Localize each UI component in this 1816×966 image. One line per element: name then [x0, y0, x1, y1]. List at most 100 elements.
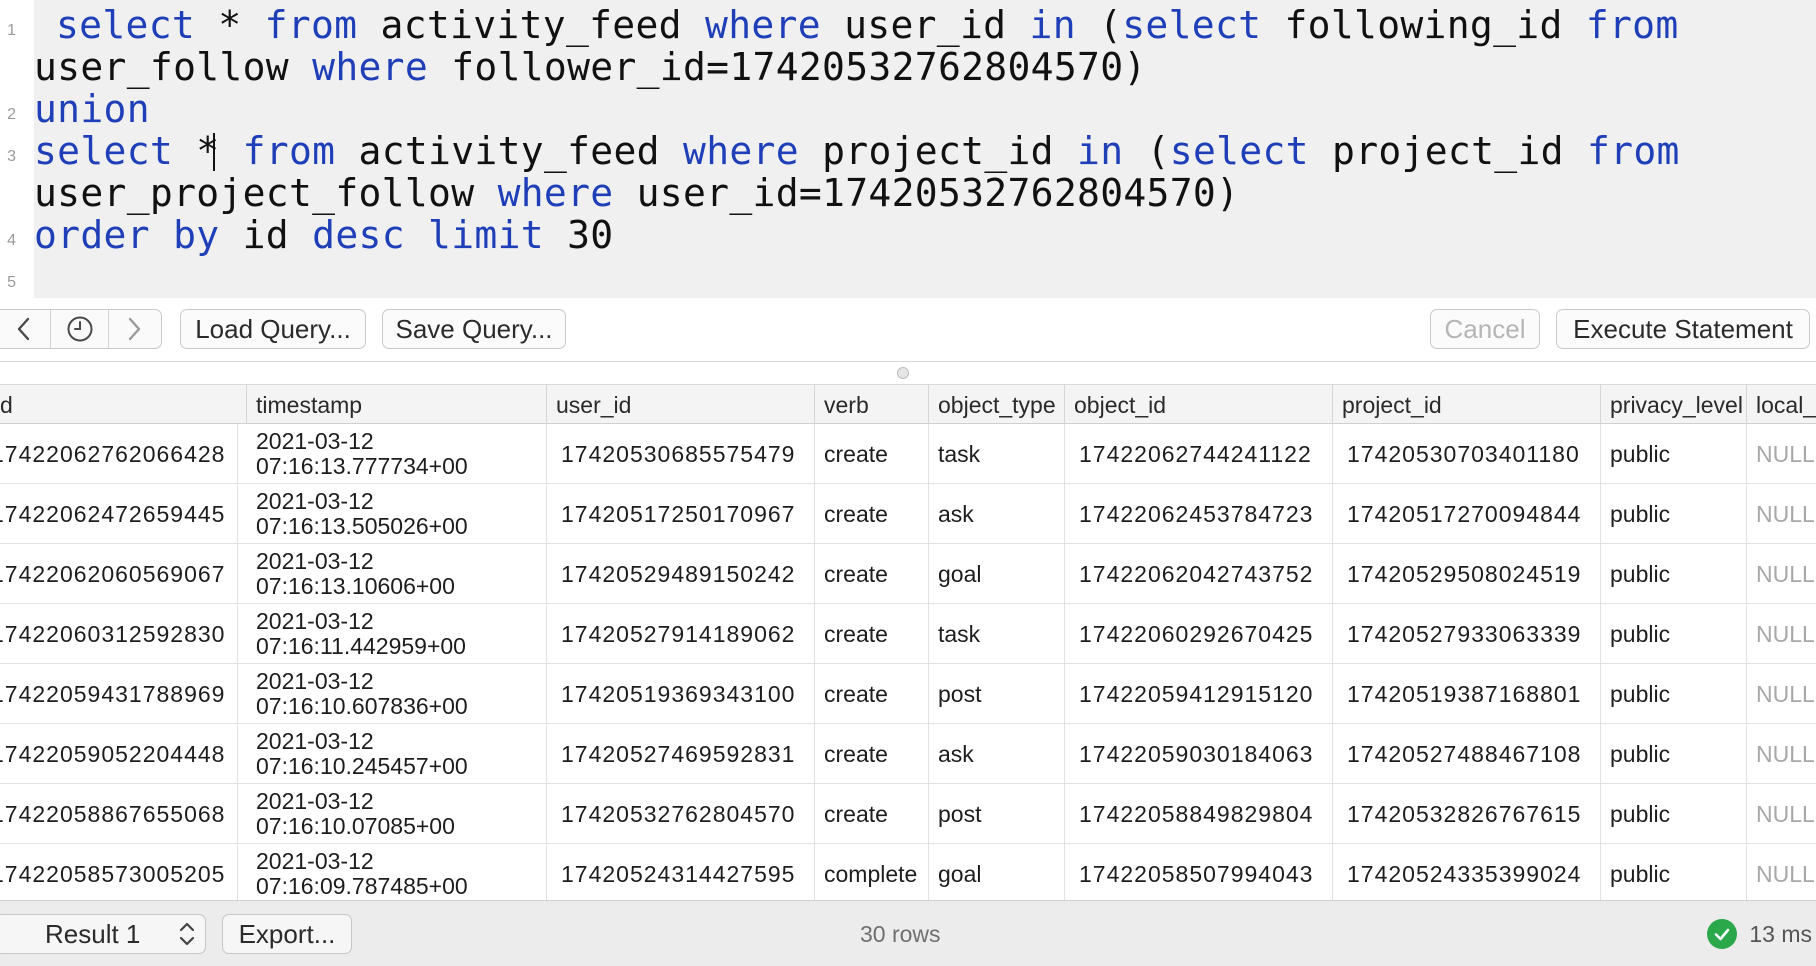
cell-local[interactable]: NULL	[1747, 544, 1816, 604]
cell-timestamp[interactable]: 2021-03-12 07:16:13.10606+00	[247, 544, 547, 604]
cell-id[interactable]: 17422058573005205	[0, 844, 238, 900]
column-header-privacy-level[interactable]: privacy_level	[1601, 385, 1747, 425]
cell-user-id[interactable]: 17420529489150242	[547, 544, 815, 604]
cell-object-id[interactable]: 17422059030184063	[1065, 724, 1333, 784]
cell-verb[interactable]: create	[815, 664, 929, 724]
cell-object-type[interactable]: ask	[929, 724, 1065, 784]
cell-project-id[interactable]: 17420519387168801	[1333, 664, 1601, 724]
cell-privacy-level[interactable]: public	[1601, 784, 1747, 844]
column-header-local[interactable]: local_	[1747, 385, 1816, 425]
cell-object-type[interactable]: task	[929, 604, 1065, 664]
load-query-button[interactable]: Load Query...	[180, 309, 366, 349]
sql-line-3-wrap[interactable]: user_project_follow where user_id=174205…	[34, 172, 1239, 214]
cell-object-id[interactable]: 17422062744241122	[1065, 424, 1333, 484]
cell-timestamp[interactable]: 2021-03-12 07:16:13.777734+00	[247, 424, 547, 484]
cell-user-id[interactable]: 17420517250170967	[547, 484, 815, 544]
sql-line-1[interactable]: select * from activity_feed where user_i…	[56, 4, 1679, 46]
sql-line-1-wrap[interactable]: user_follow where follower_id=1742053276…	[34, 46, 1147, 88]
cell-verb[interactable]: create	[815, 724, 929, 784]
cell-privacy-level[interactable]: public	[1601, 844, 1747, 900]
sql-line-4[interactable]: order by id desc limit 30	[34, 214, 613, 256]
cell-local[interactable]: NULL	[1747, 844, 1816, 900]
cell-privacy-level[interactable]: public	[1601, 484, 1747, 544]
table-row[interactable]: 17422060312592830 2021-03-12 07:16:11.4429…	[0, 604, 1816, 664]
cell-project-id[interactable]: 17420529508024519	[1333, 544, 1601, 604]
cell-object-type[interactable]: task	[929, 424, 1065, 484]
cell-object-type[interactable]: post	[929, 664, 1065, 724]
table-row[interactable]: 17422058573005205 2021-03-12 07:16:09.7874…	[0, 844, 1816, 900]
cell-object-id[interactable]: 17422058507994043	[1065, 844, 1333, 900]
cell-privacy-level[interactable]: public	[1601, 604, 1747, 664]
cell-local[interactable]: NULL	[1747, 784, 1816, 844]
cell-object-id[interactable]: 17422062453784723	[1065, 484, 1333, 544]
cell-object-id[interactable]: 17422058849829804	[1065, 784, 1333, 844]
cell-local[interactable]: NULL	[1747, 484, 1816, 544]
cell-project-id[interactable]: 17420527488467108	[1333, 724, 1601, 784]
column-header-object-id[interactable]: object_id	[1065, 385, 1333, 425]
cell-object-type[interactable]: goal	[929, 544, 1065, 604]
cell-timestamp[interactable]: 2021-03-12 07:16:10.607836+00	[247, 664, 547, 724]
cell-object-type[interactable]: post	[929, 784, 1065, 844]
history-back-button[interactable]	[0, 310, 51, 348]
cell-local[interactable]: NULL	[1747, 724, 1816, 784]
cell-object-type[interactable]: goal	[929, 844, 1065, 900]
cell-project-id[interactable]: 17420532826767615	[1333, 784, 1601, 844]
column-header-id[interactable]: d	[0, 385, 247, 425]
cell-privacy-level[interactable]: public	[1601, 664, 1747, 724]
cell-timestamp[interactable]: 2021-03-12 07:16:13.505026+00	[247, 484, 547, 544]
cell-id[interactable]: 17422062762066428	[0, 424, 238, 484]
table-row[interactable]: 17422062060569067 2021-03-12 07:16:13.1060…	[0, 544, 1816, 604]
cell-timestamp[interactable]: 2021-03-12 07:16:09.787485+00	[247, 844, 547, 900]
cell-id[interactable]: 17422059431788969	[0, 664, 238, 724]
cell-id[interactable]: 17422060312592830	[0, 604, 238, 664]
cell-user-id[interactable]: 17420527914189062	[547, 604, 815, 664]
column-header-user-id[interactable]: user_id	[547, 385, 815, 425]
cell-user-id[interactable]: 17420530685575479	[547, 424, 815, 484]
cell-id[interactable]: 17422062472659445	[0, 484, 238, 544]
table-row[interactable]: 17422059052204448 2021-03-12 07:16:10.2454…	[0, 724, 1816, 784]
cancel-button[interactable]: Cancel	[1430, 309, 1540, 349]
column-header-project-id[interactable]: project_id	[1333, 385, 1601, 425]
cell-user-id[interactable]: 17420524314427595	[547, 844, 815, 900]
cell-local[interactable]: NULL	[1747, 664, 1816, 724]
cell-user-id[interactable]: 17420527469592831	[547, 724, 815, 784]
table-row[interactable]: 17422062472659445 2021-03-12 07:16:13.5050…	[0, 484, 1816, 544]
cell-id[interactable]: 17422062060569067	[0, 544, 238, 604]
cell-project-id[interactable]: 17420517270094844	[1333, 484, 1601, 544]
sql-code-area[interactable]: select * from activity_feed where user_i…	[34, 0, 1816, 298]
cell-privacy-level[interactable]: public	[1601, 544, 1747, 604]
cell-project-id[interactable]: 17420524335399024	[1333, 844, 1601, 900]
cell-local[interactable]: NULL	[1747, 604, 1816, 664]
cell-project-id[interactable]: 17420530703401180	[1333, 424, 1601, 484]
table-row[interactable]: 17422058867655068 2021-03-12 07:16:10.0708…	[0, 784, 1816, 844]
column-header-verb[interactable]: verb	[815, 385, 929, 425]
export-button[interactable]: Export...	[222, 914, 352, 954]
query-history-button[interactable]	[51, 310, 109, 348]
cell-id[interactable]: 17422059052204448	[0, 724, 238, 784]
cell-verb[interactable]: create	[815, 484, 929, 544]
cell-privacy-level[interactable]: public	[1601, 724, 1747, 784]
cell-timestamp[interactable]: 2021-03-12 07:16:10.07085+00	[247, 784, 547, 844]
table-row[interactable]: 17422062762066428 2021-03-12 07:16:13.7777…	[0, 424, 1816, 484]
sql-line-3[interactable]: select * from activity_feed where projec…	[34, 130, 1680, 172]
cell-object-id[interactable]: 17422062042743752	[1065, 544, 1333, 604]
cell-verb[interactable]: create	[815, 544, 929, 604]
cell-user-id[interactable]: 17420519369343100	[547, 664, 815, 724]
cell-object-id[interactable]: 17422059412915120	[1065, 664, 1333, 724]
result-grid[interactable]: d timestamp user_id verb object_type obj…	[0, 362, 1816, 900]
cell-id[interactable]: 17422058867655068	[0, 784, 238, 844]
cell-timestamp[interactable]: 2021-03-12 07:16:11.442959+00	[247, 604, 547, 664]
cell-verb[interactable]: create	[815, 784, 929, 844]
cell-verb[interactable]: complete	[815, 844, 929, 900]
result-set-select[interactable]: Result 1	[0, 914, 206, 954]
cell-user-id[interactable]: 17420532762804570	[547, 784, 815, 844]
cell-object-id[interactable]: 17422060292670425	[1065, 604, 1333, 664]
cell-verb[interactable]: create	[815, 424, 929, 484]
save-query-button[interactable]: Save Query...	[382, 309, 566, 349]
execute-statement-button[interactable]: Execute Statement	[1556, 309, 1810, 349]
column-header-object-type[interactable]: object_type	[929, 385, 1065, 425]
cell-privacy-level[interactable]: public	[1601, 424, 1747, 484]
history-forward-button[interactable]	[109, 310, 161, 348]
sql-editor[interactable]: 1 2 3 4 5 select * from activity_feed wh…	[0, 0, 1816, 298]
column-header-timestamp[interactable]: timestamp	[247, 385, 547, 425]
